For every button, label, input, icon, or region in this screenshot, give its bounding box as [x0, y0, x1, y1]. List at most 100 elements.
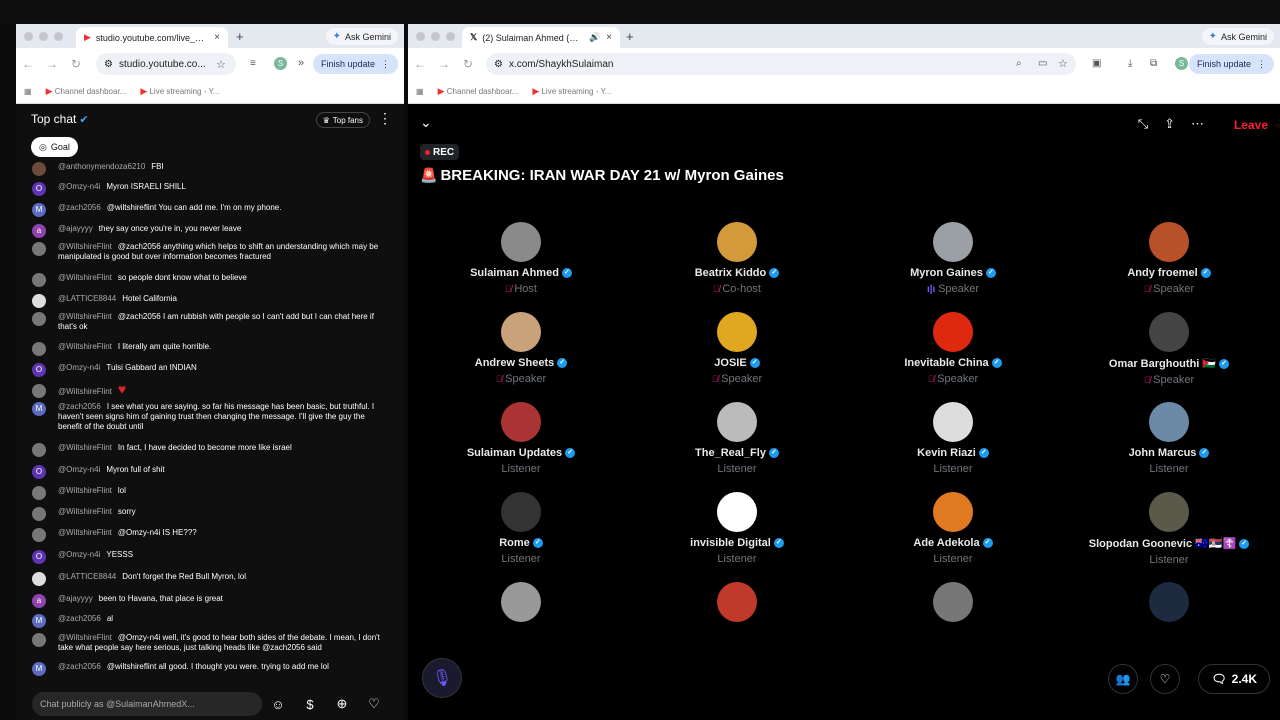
chat-message[interactable]: @LATTICE8844 Hotel California: [32, 294, 390, 308]
chat-message[interactable]: @LATTICE8844 Don't forget the Red Bull My…: [32, 572, 390, 586]
bookmark-live-streaming[interactable]: ▶ Live streaming - Y...: [140, 86, 219, 97]
ask-gemini-button[interactable]: ✦ Ask Gemini: [1201, 28, 1274, 45]
avatar[interactable]: [32, 633, 46, 647]
close-dot[interactable]: [24, 31, 33, 41]
download-icon[interactable]: ⤓: [1128, 58, 1132, 69]
zoom-icon[interactable]: ⌕: [1016, 58, 1022, 69]
profile-avatar[interactable]: S: [274, 57, 287, 70]
install-app-icon[interactable]: ▭: [1038, 58, 1047, 69]
participant[interactable]: Rome ✓ Listener: [413, 492, 629, 565]
chat-message[interactable]: @WiltshireFlint @zach2056 I am rubbish wi…: [32, 312, 390, 332]
apps-grid-icon[interactable]: ▦: [416, 87, 424, 96]
message-author[interactable]: @WiltshireFlint: [58, 528, 112, 537]
chat-message[interactable]: O @Omzy-n4i YESSS: [32, 550, 390, 564]
finish-update-button[interactable]: Finish update ⋮: [1188, 54, 1274, 74]
bookmark-channel-dashboard[interactable]: ▶ Channel dashboar...: [438, 86, 519, 97]
chat-message[interactable]: @anthonymendoza6210 FBI: [32, 162, 390, 176]
browser-tab-youtube[interactable]: ▶ studio.youtube.com/live_chat ×: [76, 27, 228, 48]
tab-close-button[interactable]: ×: [606, 32, 612, 43]
participant[interactable]: Inevitable China ✓ 🎙̸ Speaker: [845, 312, 1061, 385]
tab-close-button[interactable]: ×: [214, 32, 220, 43]
message-author[interactable]: @WiltshireFlint: [58, 443, 112, 452]
participant-avatar[interactable]: [1149, 492, 1189, 532]
leave-button[interactable]: Leave: [1234, 118, 1268, 132]
apps-grid-icon[interactable]: ▦: [24, 87, 32, 96]
participant[interactable]: JOSIE ✓ 🎙̸ Speaker: [629, 312, 845, 385]
extensions-chevron-icon[interactable]: »: [298, 57, 304, 69]
minimize-space-icon[interactable]: ⤡: [1138, 116, 1148, 132]
avatar[interactable]: [32, 273, 46, 287]
chat-messages[interactable]: @anthonymendoza6210 FBI O @Omzy-n4i Myron IS…: [16, 162, 404, 682]
message-author[interactable]: @ajayyyy: [58, 594, 93, 603]
message-author[interactable]: @zach2056: [58, 203, 101, 212]
message-author[interactable]: @ajayyyy: [58, 224, 93, 233]
participant-avatar[interactable]: [501, 312, 541, 352]
finish-update-button[interactable]: Finish update ⋮: [312, 54, 398, 74]
participant-avatar[interactable]: [717, 222, 757, 262]
bookmark-live-streaming[interactable]: ▶ Live streaming - Y...: [532, 86, 611, 97]
message-author[interactable]: @zach2056: [58, 662, 101, 671]
participant-avatar[interactable]: [717, 492, 757, 532]
participant[interactable]: Sulaiman Ahmed ✓ 🎙̸ Host: [413, 222, 629, 295]
participant[interactable]: Myron Gaines ✓ ı|ı Speaker: [845, 222, 1061, 295]
zoom-dot[interactable]: [54, 31, 63, 41]
avatar[interactable]: [32, 162, 46, 176]
message-author[interactable]: @WiltshireFlint: [58, 312, 112, 321]
participant-avatar[interactable]: [1149, 402, 1189, 442]
message-author[interactable]: @LATTICE8844: [58, 572, 116, 581]
minimize-dot[interactable]: [431, 31, 440, 41]
collapse-chevron-icon[interactable]: ⌄: [420, 114, 432, 131]
chat-menu-icon[interactable]: ⋮: [378, 110, 392, 127]
ask-gemini-button[interactable]: ✦ Ask Gemini: [325, 28, 398, 45]
chat-message[interactable]: @WiltshireFlint @zach2056 anything which …: [32, 242, 390, 262]
participant[interactable]: Kevin Riazi ✓ Listener: [845, 402, 1061, 475]
chat-message[interactable]: @WiltshireFlint so people dont know what …: [32, 273, 390, 287]
message-author[interactable]: @WiltshireFlint: [58, 633, 112, 642]
avatar[interactable]: [32, 294, 46, 308]
participant[interactable]: Andrew Sheets ✓ 🎙̸ Speaker: [413, 312, 629, 385]
heart-icon[interactable]: ♡: [358, 696, 390, 712]
participant-avatar[interactable]: [501, 402, 541, 442]
avatar[interactable]: a: [32, 594, 46, 608]
profile-avatar[interactable]: S: [1175, 57, 1188, 70]
participant[interactable]: [845, 582, 1061, 622]
goal-button[interactable]: ◎ Goal: [31, 137, 78, 157]
tab-search-icon[interactable]: ▣: [1092, 58, 1101, 69]
avatar[interactable]: M: [32, 402, 46, 416]
chat-message[interactable]: M @zach2056 @wiltshireflint You can add me…: [32, 203, 390, 217]
participant-avatar[interactable]: [501, 222, 541, 262]
message-author[interactable]: @WiltshireFlint: [58, 486, 112, 495]
message-author[interactable]: @WiltshireFlint: [58, 242, 112, 251]
participant[interactable]: John Marcus ✓ Listener: [1061, 402, 1277, 475]
chat-message[interactable]: @WiltshireFlint sorry: [32, 507, 390, 521]
message-author[interactable]: @WiltshireFlint: [58, 342, 112, 351]
avatar[interactable]: [32, 242, 46, 256]
participant[interactable]: The_Real_Fly ✓ Listener: [629, 402, 845, 475]
participant[interactable]: Andy froemel ✓ 🎙̸ Speaker: [1061, 222, 1277, 295]
more-icon[interactable]: ⋯: [1191, 116, 1204, 132]
close-dot[interactable]: [416, 31, 425, 41]
participant-avatar[interactable]: [717, 312, 757, 352]
reload-icon[interactable]: ↻: [456, 57, 480, 71]
participant[interactable]: [629, 582, 845, 622]
participant[interactable]: [413, 582, 629, 622]
message-author[interactable]: @WiltshireFlint: [58, 387, 112, 396]
chat-message[interactable]: M @zach2056 @wiltshireflint all good. I th…: [32, 662, 390, 676]
emoji-icon[interactable]: ☺: [262, 697, 294, 712]
top-fans-button[interactable]: ♛ Top fans: [315, 112, 370, 128]
participant-avatar[interactable]: [501, 492, 541, 532]
reload-icon[interactable]: ↻: [64, 57, 88, 71]
participant[interactable]: Slopodan Goonevic 🇦🇺🇷🇸☦️ ✓ Listener: [1061, 492, 1277, 566]
avatar[interactable]: [32, 342, 46, 356]
avatar[interactable]: a: [32, 224, 46, 238]
participant-avatar[interactable]: [717, 402, 757, 442]
message-author[interactable]: @zach2056: [58, 614, 101, 623]
avatar[interactable]: [32, 384, 46, 398]
chat-mode-selector[interactable]: Top chat: [31, 112, 76, 126]
bookmark-star-icon[interactable]: ☆: [1058, 57, 1068, 70]
message-author[interactable]: @WiltshireFlint: [58, 507, 112, 516]
message-author[interactable]: @Omzy-n4i: [58, 363, 100, 372]
participant-avatar[interactable]: [501, 582, 541, 622]
minimize-dot[interactable]: [39, 31, 48, 41]
participant[interactable]: Ade Adekola ✓ Listener: [845, 492, 1061, 565]
